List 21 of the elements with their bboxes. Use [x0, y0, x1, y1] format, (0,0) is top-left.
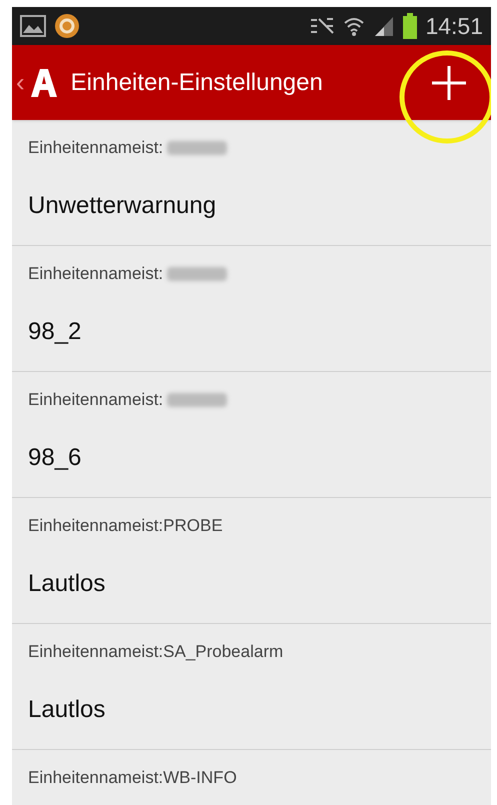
unit-setting-value[interactable]: Unwetterwarnung — [28, 175, 475, 245]
unit-setting-value[interactable]: 98_6 — [28, 427, 475, 497]
unit-name-label: Einheitennameist:SA_Probealarm — [28, 640, 284, 663]
unit-setting-value[interactable]: Lautlos — [28, 553, 475, 623]
unit-setting-value[interactable]: 98_2 — [28, 301, 475, 371]
unit-name-label: Einheitennameist: — [28, 388, 164, 411]
image-icon — [20, 15, 46, 37]
app-notification-icon — [54, 13, 80, 39]
unit-name-label: Einheitennameist:PROBE — [28, 514, 223, 537]
unit-name-label: Einheitennameist: — [28, 136, 164, 159]
app-logo-icon — [28, 68, 59, 98]
unit-name-label: Einheitennameist: — [28, 262, 164, 285]
plus-icon — [431, 64, 467, 100]
wifi-icon — [343, 15, 366, 37]
mute-vibrate-icon — [309, 16, 336, 36]
screen-title: Einheiten-Einstellungen — [70, 68, 324, 98]
unit-name-label: Einheitennameist:WB-INFO — [28, 766, 237, 789]
unit-setting-value[interactable]: Lautlos — [28, 679, 475, 749]
status-time: 14:51 — [425, 12, 483, 41]
battery-icon — [403, 13, 418, 39]
signal-icon — [373, 15, 396, 37]
